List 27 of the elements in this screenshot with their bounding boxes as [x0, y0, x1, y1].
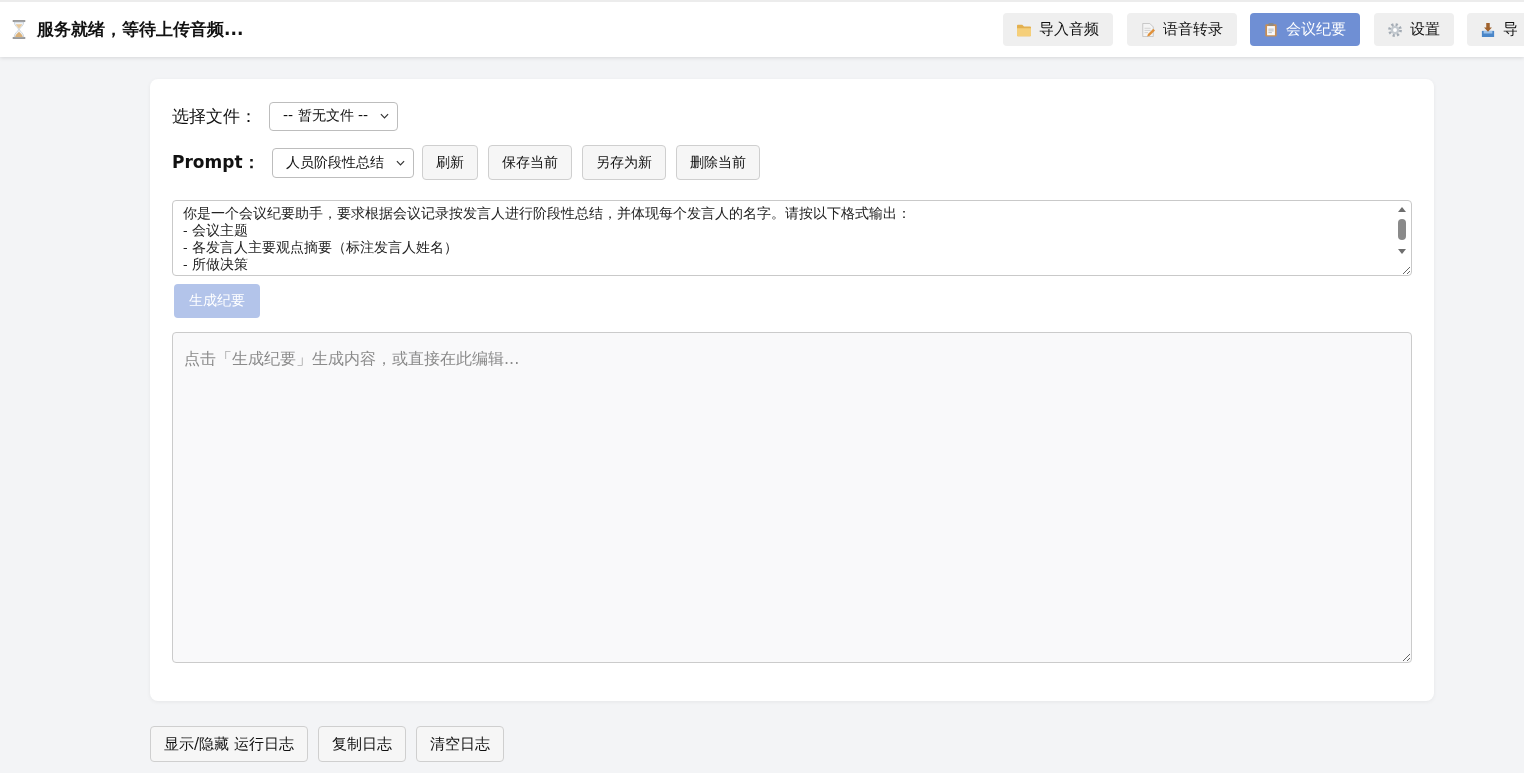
prompt-action-button[interactable]: 另存为新: [581, 145, 666, 180]
folder-icon: [1017, 22, 1031, 37]
prompt-action-button[interactable]: 刷新: [421, 145, 478, 180]
document-pencil-icon: [1140, 22, 1155, 37]
status-text: 服务就绪，等待上传音频...: [37, 18, 244, 41]
log-button[interactable]: 清空日志: [415, 726, 504, 762]
nav-tab[interactable]: 导: [1467, 13, 1524, 46]
prompt-action-button[interactable]: 保存当前: [487, 145, 572, 180]
file-select[interactable]: -- 暂无文件 --: [269, 101, 399, 131]
scrollbar-drawing[interactable]: [1397, 207, 1407, 255]
chevron-down-icon: [380, 113, 390, 119]
hourglass-icon: [12, 20, 26, 39]
chevron-down-icon: [395, 159, 405, 166]
log-button[interactable]: 显示/隐藏 运行日志: [150, 726, 308, 762]
file-label: 选择文件：: [172, 104, 257, 128]
nav-tab[interactable]: 语音转录: [1126, 13, 1237, 46]
clipboard-icon: [1264, 22, 1278, 37]
nav-tab[interactable]: 设置: [1373, 13, 1454, 46]
settings-icon: [1387, 22, 1402, 37]
nav-tab[interactable]: 导入音频: [1003, 13, 1113, 46]
output-textarea[interactable]: 点击「生成纪要」生成内容，或直接在此编辑...: [172, 332, 1412, 663]
prompt-select[interactable]: 人员阶段性总结: [271, 147, 414, 178]
prompt-textarea[interactable]: 你是一个会议纪要助手，要求根据会议记录按发言人进行阶段性总结，并体现每个发言人的名字。请按以下格式输出： - 会议主题 - 各发言人主要观点摘要（标注发言人姓名） - 所做决策: [172, 200, 1412, 276]
prompt-label: Prompt：: [172, 151, 260, 174]
log-button[interactable]: 复制日志: [317, 726, 406, 762]
prompt-action-button[interactable]: 删除当前: [675, 145, 760, 180]
tray-arrow-icon: [1481, 22, 1495, 37]
